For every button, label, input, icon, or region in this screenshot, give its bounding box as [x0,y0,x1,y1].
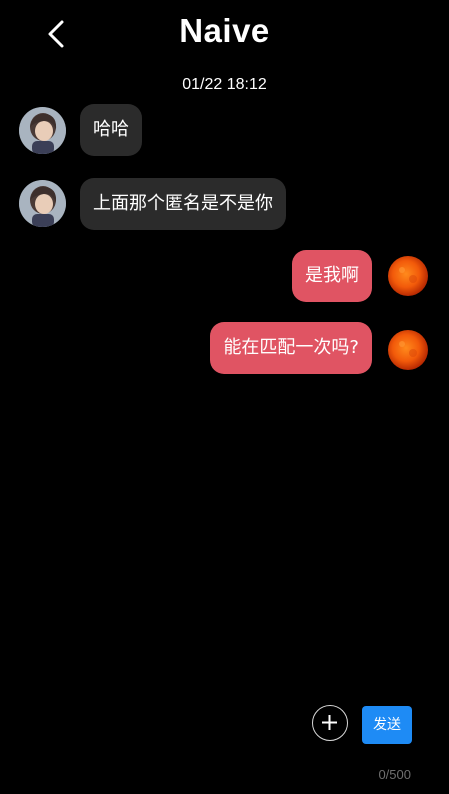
add-attachment-button[interactable] [312,705,348,741]
user-avatar[interactable] [386,328,430,372]
char-counter: 0/500 [378,767,411,782]
message-row: 哈哈 [0,104,449,158]
chat-title: Naive [179,12,270,49]
plus-icon [322,715,337,730]
send-button[interactable]: 发送 [362,706,412,744]
message-bubble-outgoing[interactable]: 是我啊 [292,250,372,302]
contact-avatar[interactable] [19,180,66,227]
message-row: 能在匹配一次吗? [0,322,449,376]
message-row: 是我啊 [0,250,449,304]
message-bubble-outgoing[interactable]: 能在匹配一次吗? [210,322,372,374]
message-bubble-incoming[interactable]: 上面那个匿名是不是你 [80,178,286,230]
message-timestamp: 01/22 18:12 [182,76,267,93]
header: Naive [0,0,449,70]
contact-avatar[interactable] [19,107,66,154]
message-row: 上面那个匿名是不是你 [0,178,449,232]
user-avatar[interactable] [386,254,430,298]
message-bubble-incoming[interactable]: 哈哈 [80,104,142,156]
